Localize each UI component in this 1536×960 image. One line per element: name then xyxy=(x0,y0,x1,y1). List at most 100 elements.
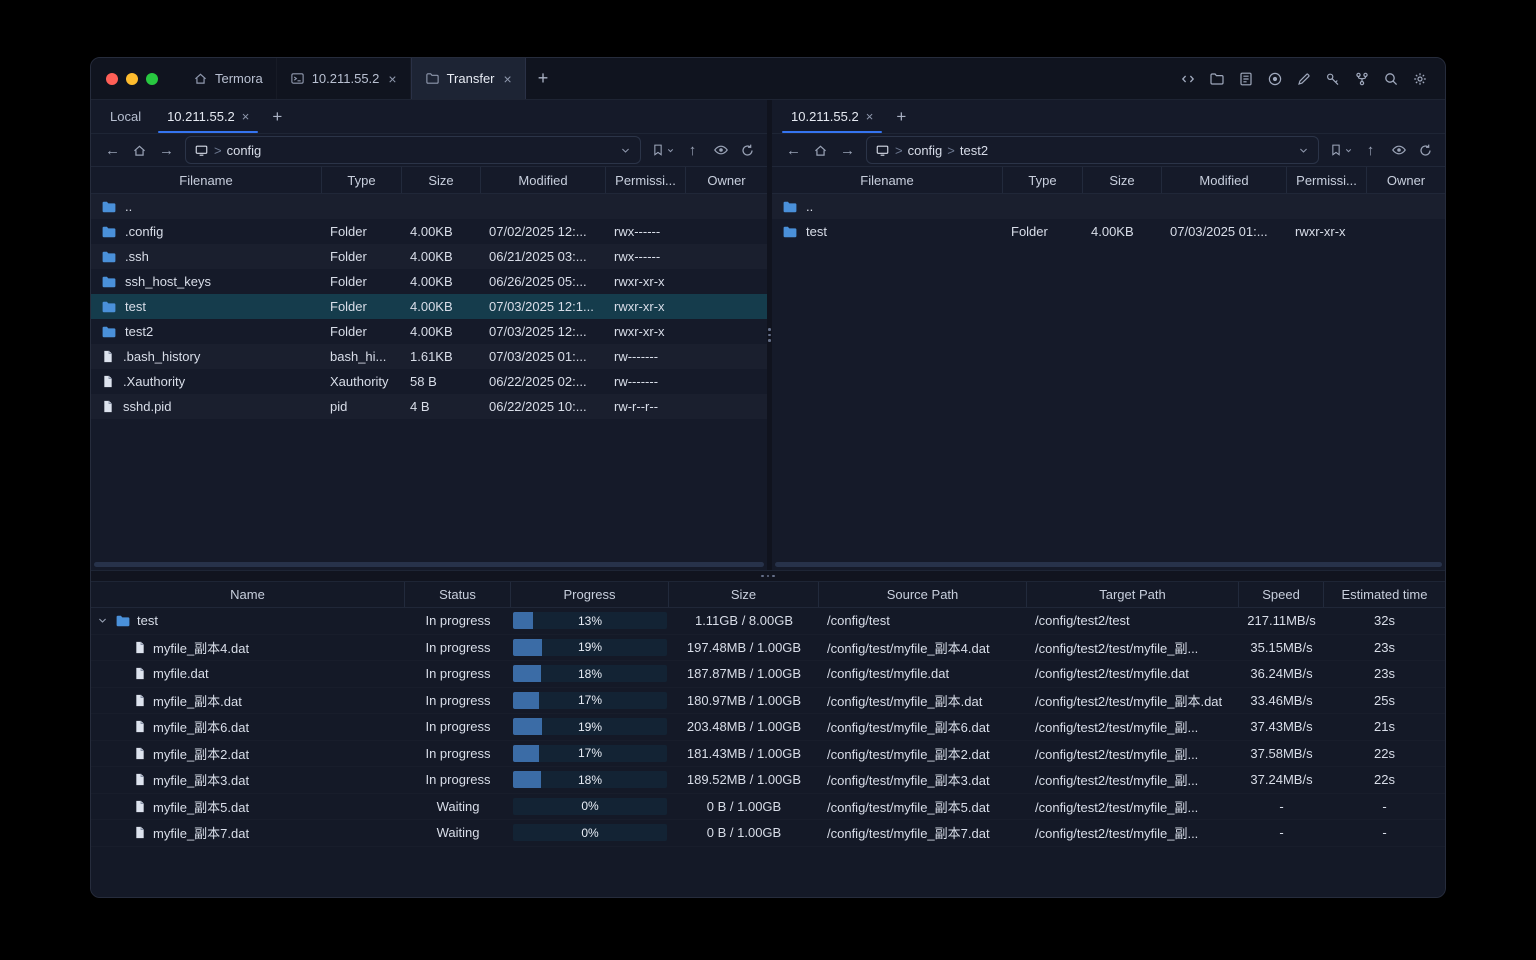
refresh-button[interactable] xyxy=(1412,138,1437,163)
show-hidden-button[interactable] xyxy=(1385,138,1410,163)
minimize-window-button[interactable] xyxy=(126,72,138,85)
column-header-modified[interactable]: Modified xyxy=(1162,167,1287,193)
transfer-row-myfile-dat[interactable]: myfile_副本.dat In progress 17% 180.97MB / 1.… xyxy=(91,688,1445,715)
progress-bar: 18% xyxy=(513,665,667,683)
new-tab-button[interactable]: + xyxy=(526,58,561,99)
column-header-progress[interactable]: Progress xyxy=(511,582,669,607)
home-button[interactable] xyxy=(126,138,151,163)
target-path-cell: /config/test2/test/myfile_副... xyxy=(1035,640,1199,656)
path-bar[interactable]: > config > test2 xyxy=(866,136,1319,164)
back-button[interactable]: ← xyxy=(99,138,124,163)
bookmark-dropdown-icon[interactable] xyxy=(666,146,675,155)
path-bar[interactable]: > config xyxy=(185,136,641,164)
column-header-target-path[interactable]: Target Path xyxy=(1027,582,1239,607)
horizontal-scrollbar[interactable] xyxy=(775,562,1442,567)
file-row-test[interactable]: test Folder 4.00KB 07/03/2025 12:1... rwxr-x… xyxy=(91,294,767,319)
app-tab-transfer[interactable]: Transfer × xyxy=(410,58,526,99)
close-window-button[interactable] xyxy=(106,72,118,85)
column-header-size[interactable]: Size xyxy=(402,167,481,193)
forward-button[interactable]: → xyxy=(834,138,859,163)
file-row-bash-history[interactable]: .bash_history bash_hi... 1.61KB 07/03/2025 … xyxy=(91,344,767,369)
column-header-modified[interactable]: Modified xyxy=(481,167,606,193)
new-panel-tab-button[interactable]: + xyxy=(262,107,292,127)
folder-icon xyxy=(101,249,117,265)
transfer-row-myfile-dat[interactable]: myfile.dat In progress 18% 187.87MB / 1.00G… xyxy=(91,661,1445,688)
panel-tab-10-211-55-2[interactable]: 10.211.55.2 × xyxy=(778,100,886,133)
parent-directory-button[interactable]: ↑ xyxy=(680,138,705,163)
transfer-row-test[interactable]: test In progress 13% 1.11GB / 8.00GB/config… xyxy=(91,608,1445,635)
expand-chevron-icon[interactable] xyxy=(95,614,109,627)
file-row-ssh-host-keys[interactable]: ssh_host_keys Folder 4.00KB 06/26/2025 05:.… xyxy=(91,269,767,294)
file-row-item[interactable]: .. xyxy=(91,194,767,219)
column-header-permissi[interactable]: Permissi... xyxy=(606,167,686,193)
parent-directory-button[interactable]: ↑ xyxy=(1358,138,1383,163)
close-tab-icon[interactable]: × xyxy=(388,72,396,86)
search-button[interactable] xyxy=(1377,65,1404,92)
file-row-test2[interactable]: test2 Folder 4.00KB 07/03/2025 12:... rwxr-x… xyxy=(91,319,767,344)
column-header-filename[interactable]: Filename xyxy=(91,167,322,193)
log-button[interactable] xyxy=(1232,65,1259,92)
bookmark-button[interactable] xyxy=(1326,138,1356,163)
column-header-estimated-time[interactable]: Estimated time xyxy=(1324,582,1445,607)
column-header-source-path[interactable]: Source Path xyxy=(819,582,1027,607)
column-header-size[interactable]: Size xyxy=(669,582,819,607)
file-row-item[interactable]: .. xyxy=(772,194,1445,219)
new-panel-tab-button[interactable]: + xyxy=(886,107,916,127)
branch-button[interactable] xyxy=(1348,65,1375,92)
transfer-row-myfile-7-dat[interactable]: myfile_副本7.dat Waiting 0% 0 B / 1.00GB/conf… xyxy=(91,820,1445,847)
transfer-row-myfile-4-dat[interactable]: myfile_副本4.dat In progress 19% 197.48MB / 1… xyxy=(91,635,1445,662)
chevron-down-icon[interactable] xyxy=(1297,144,1310,157)
panel-tab-10-211-55-2[interactable]: 10.211.55.2 × xyxy=(154,100,262,133)
code-button[interactable] xyxy=(1174,65,1201,92)
column-header-name[interactable]: Name xyxy=(91,582,405,607)
column-header-permissi[interactable]: Permissi... xyxy=(1287,167,1367,193)
edit-button[interactable] xyxy=(1290,65,1317,92)
transfer-row-myfile-3-dat[interactable]: myfile_副本3.dat In progress 18% 189.52MB / 1… xyxy=(91,767,1445,794)
column-header-filename[interactable]: Filename xyxy=(772,167,1003,193)
transfer-row-myfile-5-dat[interactable]: myfile_副本5.dat Waiting 0% 0 B / 1.00GB/conf… xyxy=(91,794,1445,821)
close-tab-icon[interactable]: × xyxy=(242,109,250,124)
file-row-config[interactable]: .config Folder 4.00KB 07/02/2025 12:... rwx-… xyxy=(91,219,767,244)
progress-percent-label: 17% xyxy=(577,746,603,761)
close-tab-icon[interactable]: × xyxy=(504,72,512,86)
chevron-down-icon[interactable] xyxy=(619,144,632,157)
edit-icon xyxy=(1296,71,1312,87)
column-header-type[interactable]: Type xyxy=(322,167,402,193)
column-header-status[interactable]: Status xyxy=(405,582,511,607)
record-button[interactable] xyxy=(1261,65,1288,92)
settings-button[interactable] xyxy=(1406,65,1433,92)
refresh-icon xyxy=(1418,143,1433,158)
breadcrumb-item-config[interactable]: config xyxy=(227,143,262,158)
breadcrumb-item-test2[interactable]: test2 xyxy=(960,143,988,158)
column-header-type[interactable]: Type xyxy=(1003,167,1083,193)
column-header-owner[interactable]: Owner xyxy=(1367,167,1445,193)
key-button[interactable] xyxy=(1319,65,1346,92)
file-row-sshd-pid[interactable]: sshd.pid pid 4 B 06/22/2025 10:... rw-r--r-- xyxy=(91,394,767,419)
close-tab-icon[interactable]: × xyxy=(866,109,874,124)
column-header-speed[interactable]: Speed xyxy=(1239,582,1324,607)
bookmark-dropdown-icon[interactable] xyxy=(1344,146,1353,155)
file-row-ssh[interactable]: .ssh Folder 4.00KB 06/21/2025 03:... rwx----… xyxy=(91,244,767,269)
transfer-row-myfile-6-dat[interactable]: myfile_副本6.dat In progress 19% 203.48MB / 1… xyxy=(91,714,1445,741)
home-button[interactable] xyxy=(807,138,832,163)
column-header-size[interactable]: Size xyxy=(1083,167,1162,193)
source-path-cell: /config/test/myfile_副本7.dat xyxy=(827,826,990,842)
status-cell: In progress xyxy=(425,692,491,708)
zoom-window-button[interactable] xyxy=(146,72,158,85)
panel-tab-local[interactable]: Local xyxy=(97,100,154,133)
folder-button[interactable] xyxy=(1203,65,1230,92)
file-row-test[interactable]: test Folder 4.00KB 07/03/2025 01:... rwxr-xr… xyxy=(772,219,1445,244)
file-row-xauthority[interactable]: .Xauthority Xauthority 58 B 06/22/2025 02:.… xyxy=(91,369,767,394)
horizontal-scrollbar[interactable] xyxy=(94,562,764,567)
breadcrumb-item-config[interactable]: config xyxy=(908,143,943,158)
refresh-button[interactable] xyxy=(734,138,759,163)
bookmark-button[interactable] xyxy=(648,138,678,163)
column-header-owner[interactable]: Owner xyxy=(686,167,767,193)
transfer-row-myfile-2-dat[interactable]: myfile_副本2.dat In progress 17% 181.43MB / 1… xyxy=(91,741,1445,768)
back-button[interactable]: ← xyxy=(780,138,805,163)
forward-button[interactable]: → xyxy=(153,138,178,163)
app-tab-10-211-55-2[interactable]: 10.211.55.2 × xyxy=(277,58,411,99)
horizontal-splitter[interactable] xyxy=(91,570,1445,582)
show-hidden-button[interactable] xyxy=(707,138,732,163)
app-tab-termora[interactable]: Termora xyxy=(180,58,277,99)
